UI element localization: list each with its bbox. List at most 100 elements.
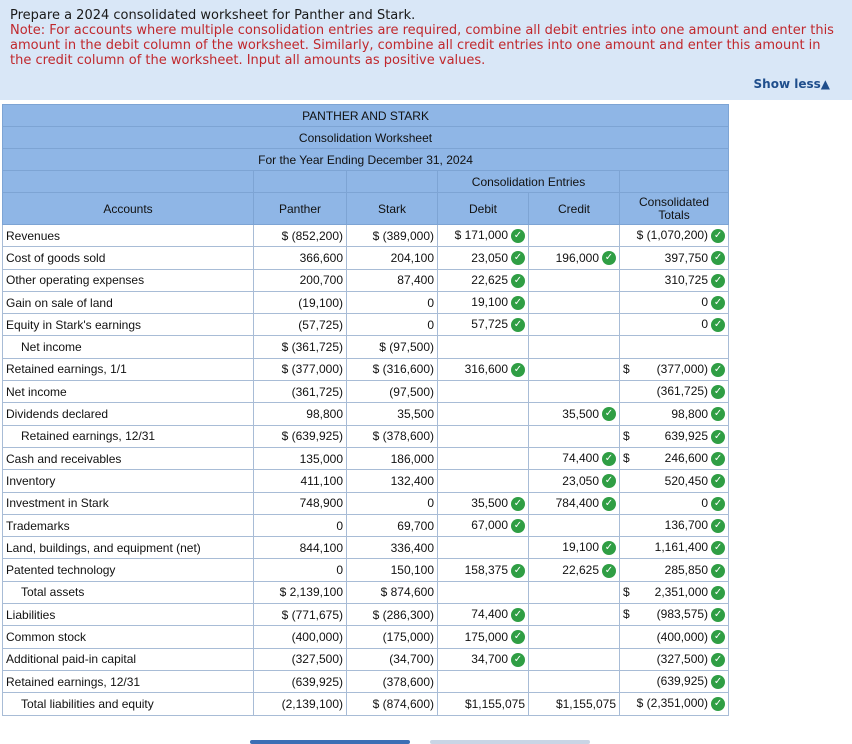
- debit-entry[interactable]: [437, 580, 529, 605]
- debit-entry[interactable]: $ 171,000 ✓: [437, 223, 529, 248]
- credit-entry[interactable]: [528, 223, 620, 248]
- account-name: Equity in Stark's earnings: [2, 313, 254, 337]
- debit-entry[interactable]: 158,375 ✓: [437, 558, 529, 582]
- panther-amount: $ (771,675): [253, 603, 347, 627]
- credit-entry[interactable]: [528, 647, 620, 671]
- debit-entry[interactable]: [437, 335, 529, 359]
- panther-amount-value: $ (771,675): [281, 607, 343, 622]
- credit-entry[interactable]: [528, 357, 620, 382]
- consolidated-total[interactable]: $ (377,000) ✓: [618, 357, 730, 382]
- credit-entry[interactable]: 23,050 ✓: [528, 469, 620, 493]
- debit-entry[interactable]: [437, 469, 529, 493]
- panther-amount: $ (639,925): [253, 424, 347, 448]
- credit-entry-value: $1,155,075: [555, 696, 616, 711]
- credit-entry[interactable]: 74,400 ✓: [528, 446, 620, 471]
- debit-entry[interactable]: [437, 424, 529, 448]
- credit-entry[interactable]: [528, 603, 620, 627]
- debit-entry[interactable]: [437, 446, 529, 471]
- credit-entry[interactable]: [528, 268, 620, 292]
- credit-entry[interactable]: [528, 335, 620, 359]
- debit-entry[interactable]: [437, 380, 529, 404]
- debit-entry[interactable]: [437, 402, 529, 426]
- debit-entry[interactable]: 175,000 ✓: [437, 625, 529, 649]
- consolidated-total[interactable]: 520,450 ✓: [618, 469, 730, 493]
- stark-amount-value: 336,400: [390, 540, 434, 555]
- debit-entry[interactable]: 23,050 ✓: [437, 246, 529, 270]
- consolidated-total[interactable]: $ (983,575) ✓: [618, 603, 730, 627]
- debit-entry[interactable]: 22,625 ✓: [437, 268, 529, 292]
- horizontal-scrollbar-thumb[interactable]: [250, 740, 410, 744]
- credit-entry[interactable]: [528, 625, 620, 649]
- panther-amount: $ (377,000): [253, 357, 347, 382]
- correct-check-icon: ✓: [511, 229, 525, 244]
- debit-entry[interactable]: 34,700 ✓: [437, 647, 529, 671]
- consolidated-total[interactable]: $639,925 ✓: [618, 424, 730, 448]
- consolidated-total[interactable]: 1,161,400 ✓: [618, 536, 730, 560]
- debit-entry-value: 35,500: [471, 495, 508, 510]
- credit-entry[interactable]: [528, 424, 620, 448]
- debit-entry[interactable]: [437, 669, 529, 694]
- stark-amount-value: 69,700: [397, 518, 434, 533]
- credit-entry[interactable]: [528, 669, 620, 694]
- consolidated-total[interactable]: 98,800 ✓: [618, 402, 730, 426]
- debit-entry[interactable]: 67,000 ✓: [437, 513, 529, 538]
- consolidated-total[interactable]: 310,725 ✓: [618, 268, 730, 292]
- debit-entry-value: 22,625: [471, 272, 508, 287]
- consolidated-total-value: 639,925: [664, 428, 709, 443]
- consolidated-total[interactable]: $ (1,070,200) ✓: [618, 223, 730, 248]
- debit-entry-value: 67,000: [471, 518, 508, 533]
- panther-amount: 135,000: [253, 446, 347, 471]
- consolidated-total[interactable]: (639,925) ✓: [618, 669, 730, 694]
- debit-entry[interactable]: $1,155,075: [437, 692, 529, 716]
- credit-entry[interactable]: 196,000 ✓: [528, 246, 620, 270]
- consolidated-total[interactable]: 285,850 ✓: [618, 558, 730, 582]
- debit-entry[interactable]: 316,600 ✓: [437, 357, 529, 382]
- consolidated-total[interactable]: $2,351,000 ✓: [618, 580, 730, 605]
- consolidated-total[interactable]: 0 ✓: [618, 290, 730, 315]
- credit-entry[interactable]: [528, 380, 620, 404]
- col-header-panther: Panther: [253, 192, 347, 225]
- consolidated-total[interactable]: $ (2,351,000) ✓: [618, 692, 730, 716]
- correct-check-icon: ✓: [711, 273, 726, 288]
- account-name-value: Trademarks: [6, 518, 70, 533]
- consolidated-total[interactable]: 0 ✓: [618, 313, 730, 337]
- consolidated-total[interactable]: $246,600 ✓: [618, 446, 730, 471]
- consolidated-total[interactable]: 397,750 ✓: [618, 246, 730, 270]
- correct-check-icon: ✓: [602, 407, 616, 422]
- correct-check-icon: ✓: [711, 362, 726, 377]
- table-row: Other operating expenses 200,700 87,400 22,…: [2, 268, 730, 292]
- debit-entry[interactable]: [437, 536, 529, 560]
- consolidated-total[interactable]: (361,725) ✓: [618, 380, 730, 404]
- consolidated-total[interactable]: (400,000) ✓: [618, 625, 730, 649]
- debit-entry-value: 34,700: [471, 651, 508, 666]
- consolidated-total[interactable]: 0 ✓: [618, 491, 730, 515]
- show-less-link[interactable]: Show less▲: [754, 77, 830, 91]
- account-name-value: Retained earnings, 12/31: [6, 674, 141, 689]
- debit-entry[interactable]: 35,500 ✓: [437, 491, 529, 515]
- credit-entry[interactable]: [528, 290, 620, 315]
- credit-entry[interactable]: [528, 513, 620, 538]
- debit-entry[interactable]: 57,725 ✓: [437, 313, 529, 337]
- credit-entry[interactable]: 22,625 ✓: [528, 558, 620, 582]
- worksheet-title-name: Consolidation Worksheet: [1, 126, 730, 149]
- consolidated-total[interactable]: (327,500) ✓: [618, 647, 730, 671]
- debit-entry[interactable]: 74,400 ✓: [437, 603, 529, 627]
- panther-amount: 0: [253, 558, 347, 582]
- credit-entry[interactable]: 19,100 ✓: [528, 536, 620, 560]
- horizontal-scrollbar-track[interactable]: [430, 740, 590, 744]
- account-name-value: Inventory: [6, 473, 56, 488]
- consolidated-total-value: 0: [701, 317, 709, 332]
- correct-check-icon: ✓: [511, 362, 525, 377]
- credit-entry[interactable]: 784,400 ✓: [528, 491, 620, 515]
- debit-entry[interactable]: 19,100 ✓: [437, 290, 529, 315]
- stark-amount: 336,400: [346, 536, 438, 560]
- credit-entry[interactable]: [528, 313, 620, 337]
- credit-entry[interactable]: 35,500 ✓: [528, 402, 620, 426]
- credit-entry[interactable]: $1,155,075: [528, 692, 620, 716]
- consolidated-total[interactable]: [618, 335, 730, 359]
- consolidated-total[interactable]: 136,700 ✓: [618, 513, 730, 538]
- account-name: Retained earnings, 12/31: [2, 669, 254, 694]
- credit-entry[interactable]: [528, 580, 620, 605]
- correct-check-icon: ✓: [711, 608, 726, 623]
- stark-amount: 87,400: [346, 268, 438, 292]
